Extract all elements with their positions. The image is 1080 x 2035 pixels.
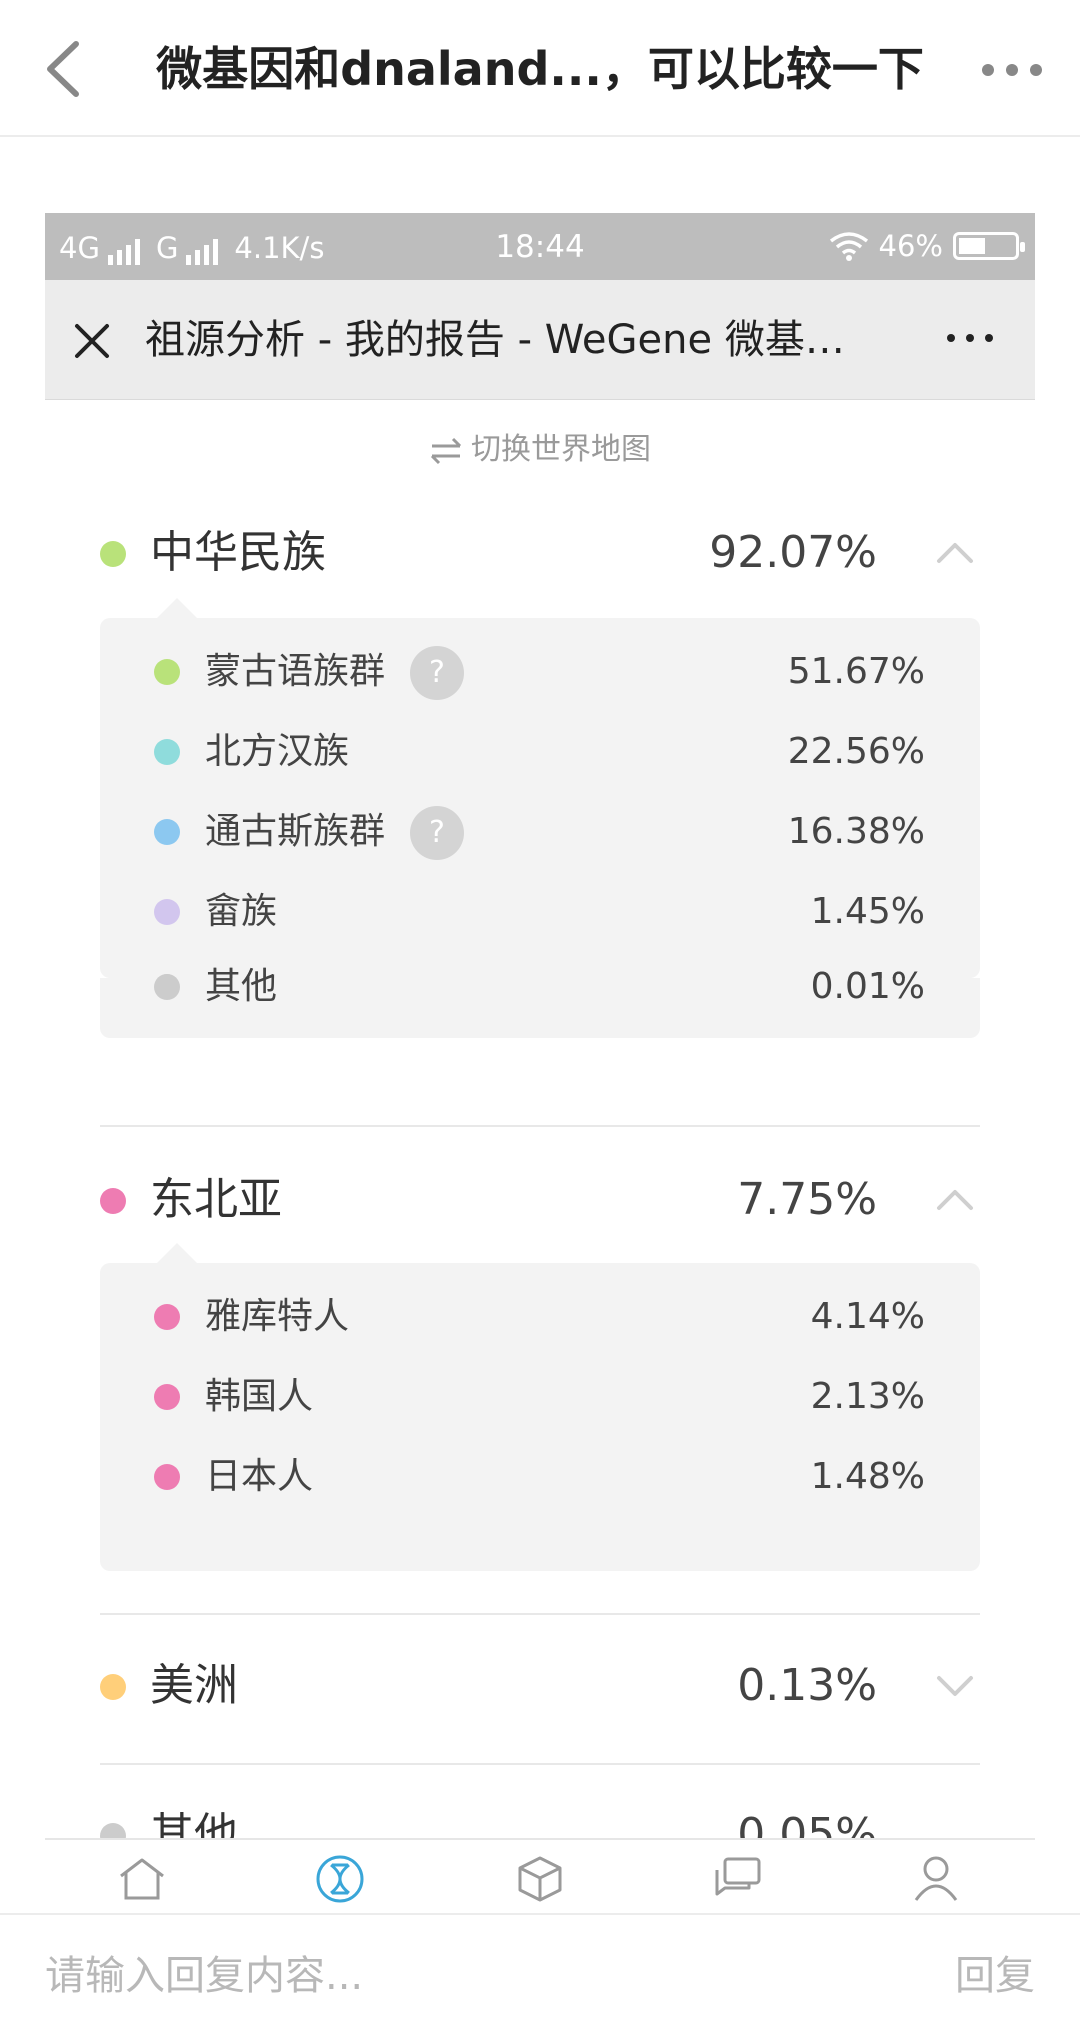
- close-icon[interactable]: [67, 316, 117, 366]
- help-icon[interactable]: ?: [410, 806, 464, 860]
- subgroup-color-dot: [154, 899, 180, 925]
- help-icon[interactable]: ?: [410, 646, 464, 700]
- subgroup-name: 通古斯族群: [205, 811, 386, 852]
- subgroup-percent: 16.38%: [787, 811, 925, 852]
- subgroup-row: 北方汉族 22.56%: [100, 722, 980, 782]
- group-name: 中华民族: [150, 527, 326, 578]
- webview-title-bar: 祖源分析 - 我的报告 - WeGene 微基…: [45, 280, 1035, 400]
- subgroup-percent: 2.13%: [810, 1376, 925, 1417]
- chevron-up-icon[interactable]: [935, 539, 975, 567]
- chevron-down-icon[interactable]: [935, 1672, 975, 1700]
- subgroup-percent: 22.56%: [787, 731, 925, 772]
- page-title: 微基因和dnaland...，可以比较一下: [156, 42, 924, 96]
- subgroup-name: 雅库特人: [205, 1296, 350, 1337]
- outer-nav-bar: 微基因和dnaland...，可以比较一下: [0, 0, 1080, 137]
- reply-button[interactable]: 回复: [955, 1945, 1035, 2007]
- subgroup-row: 韩国人 2.13%: [100, 1367, 980, 1427]
- subgroup-color-dot: [154, 819, 180, 845]
- subgroup-row: 畲族 1.45%: [100, 882, 980, 942]
- subgroup-name: 日本人: [205, 1456, 314, 1497]
- group-name: 其他: [150, 1809, 238, 1840]
- divider: [100, 1125, 980, 1127]
- more-icon[interactable]: [982, 52, 1042, 88]
- battery-icon: [953, 232, 1025, 260]
- tab-bar: [45, 1838, 1035, 1913]
- battery-percent: 46%: [878, 229, 943, 263]
- subgroup-name: 蒙古语族群: [205, 651, 386, 692]
- subgroup-percent: 51.67%: [787, 651, 925, 692]
- dna-icon[interactable]: [315, 1854, 365, 1904]
- subgroup-row: 日本人 1.48%: [100, 1447, 980, 1507]
- switch-map-link[interactable]: 切换世界地图: [45, 428, 1035, 472]
- divider: [100, 1613, 980, 1615]
- group-color-dot: [100, 1674, 126, 1700]
- group-color-dot: [100, 1188, 126, 1214]
- reply-bar: 请输入回复内容... 回复: [0, 1913, 1080, 2035]
- subgroup-name: 韩国人: [205, 1376, 314, 1417]
- group-header-northeast-asia[interactable]: 东北亚 7.75%: [100, 1170, 945, 1230]
- group-percent: 92.07%: [709, 527, 877, 578]
- group-name: 东北亚: [150, 1174, 282, 1225]
- subgroup-panel-northeast-asia: 雅库特人 4.14% 韩国人 2.13% 日本人 1.48%: [100, 1243, 980, 1571]
- subgroup-color-dot: [154, 739, 180, 765]
- chevron-up-icon[interactable]: [935, 1186, 975, 1214]
- subgroup-percent: 4.14%: [810, 1296, 925, 1337]
- subgroup-row: 通古斯族群 ? 16.38%: [100, 802, 980, 862]
- home-icon[interactable]: [117, 1854, 167, 1904]
- group-percent: 0.05%: [737, 1809, 877, 1840]
- group-percent: 0.13%: [737, 1660, 877, 1711]
- subgroup-name: 北方汉族: [205, 731, 350, 772]
- group-header-zhonghua[interactable]: 中华民族 92.07%: [100, 523, 945, 583]
- subgroup-color-dot: [154, 1384, 180, 1410]
- subgroup-row: 蒙古语族群 ? 51.67%: [100, 642, 980, 702]
- group-color-dot: [100, 541, 126, 567]
- status-bar: 4G G 4.1K/s 18:44 46%: [45, 213, 1035, 280]
- subgroup-percent: 1.45%: [810, 891, 925, 932]
- divider: [100, 1763, 980, 1765]
- subgroup-row: 雅库特人 4.14%: [100, 1287, 980, 1347]
- back-icon[interactable]: [40, 38, 90, 100]
- webview-more-icon[interactable]: [947, 334, 993, 344]
- wifi-icon: [829, 232, 868, 261]
- swap-icon: [430, 437, 462, 464]
- subgroup-panel-zhonghua: 蒙古语族群 ? 51.67% 北方汉族 22.56% 通古斯族群 ? 16.38…: [100, 598, 980, 978]
- subgroup-color-dot: [154, 1464, 180, 1490]
- reply-input[interactable]: 请输入回复内容...: [45, 1945, 363, 2007]
- group-header-other[interactable]: 其他 0.05%: [100, 1805, 945, 1840]
- switch-map-label: 切换世界地图: [471, 432, 651, 467]
- group-name: 美洲: [150, 1660, 238, 1711]
- box-icon[interactable]: [515, 1854, 565, 1904]
- subgroup-color-dot: [154, 659, 180, 685]
- webview-title: 祖源分析 - 我的报告 - WeGene 微基…: [145, 317, 845, 363]
- subgroup-color-dot: [154, 1304, 180, 1330]
- subgroup-percent: 1.48%: [810, 1456, 925, 1497]
- embedded-screenshot: 4G G 4.1K/s 18:44 46% 祖源分析 - 我的报告 - WeGe…: [45, 213, 1035, 1840]
- group-header-americas[interactable]: 美洲 0.13%: [100, 1656, 945, 1716]
- subgroup-name: 畲族: [205, 891, 278, 932]
- chat-icon[interactable]: [713, 1854, 763, 1904]
- group-percent: 7.75%: [737, 1174, 877, 1225]
- user-icon[interactable]: [911, 1854, 961, 1904]
